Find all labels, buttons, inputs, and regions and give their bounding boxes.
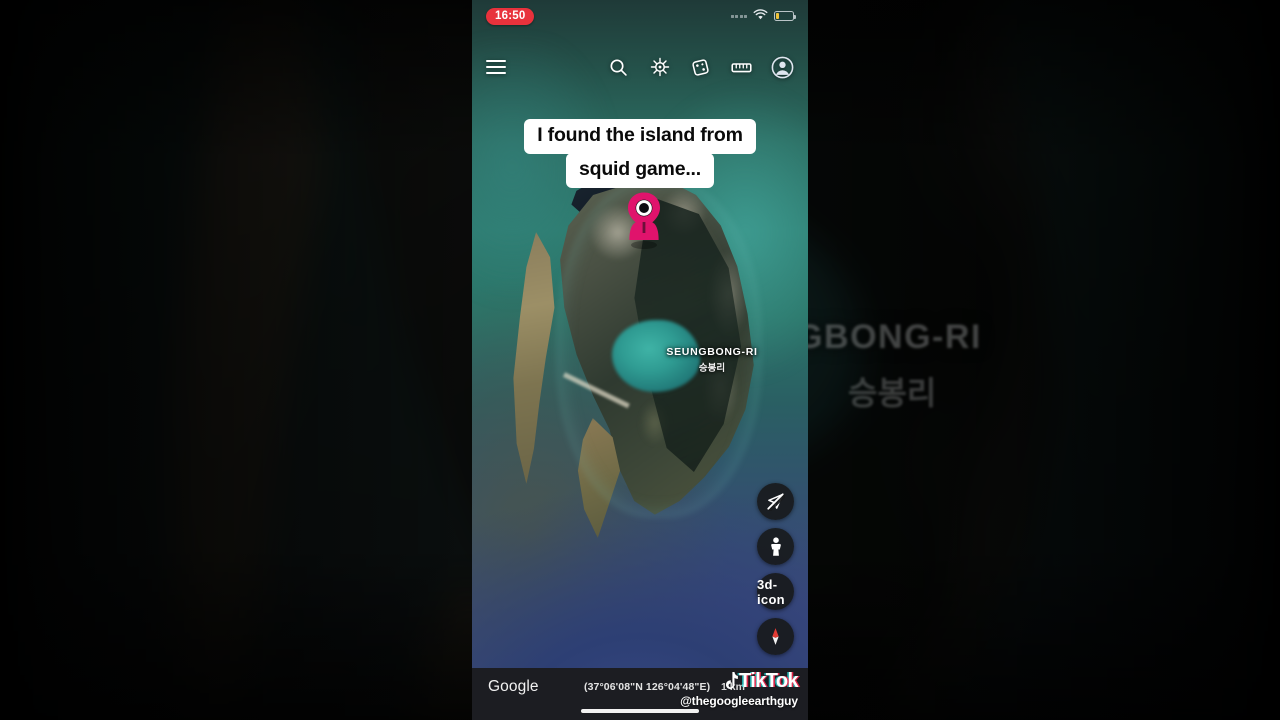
squid-game-guard-marker[interactable] [620, 188, 668, 250]
status-bar: 16:50 [472, 0, 808, 32]
caption-line-2: squid game... [565, 152, 714, 188]
3d-button[interactable]: 3d-icon [757, 573, 794, 610]
tiktok-wordmark: TikTok [738, 670, 799, 692]
map-controls: 3d-icon [757, 483, 794, 655]
3d-label: 3d-icon [757, 576, 785, 607]
google-logo: Google [488, 678, 539, 695]
app-toolbar [472, 48, 808, 86]
account-avatar-icon[interactable] [771, 56, 794, 79]
search-icon[interactable] [607, 56, 630, 79]
caption-overlay: I found the island from squid game... [472, 119, 808, 188]
dice-icon[interactable] [689, 56, 712, 79]
background-place-label-kr: 승봉리 [848, 375, 937, 411]
tiktok-note-icon [725, 671, 738, 689]
pegman-icon[interactable] [757, 528, 794, 565]
voyager-wheel-icon[interactable] [648, 56, 671, 79]
status-icons [730, 7, 797, 25]
wifi-icon [753, 7, 768, 25]
caption-line-1: I found the island from [524, 119, 756, 154]
ruler-icon[interactable] [730, 56, 753, 79]
video-frame: SEUNGBONG-RI 승봉리 16:50 I found the islan… [472, 0, 808, 720]
signal-dots-icon [730, 14, 747, 18]
tiktok-watermark: TikTok [719, 670, 799, 693]
recording-time-badge: 16:50 [486, 7, 535, 25]
location-off-icon[interactable] [757, 483, 794, 520]
coordinates-readout: (37°06'08"N 126°04'48"E) [584, 681, 711, 693]
home-indicator[interactable] [581, 708, 699, 713]
compass-icon[interactable] [757, 618, 794, 655]
battery-low-icon [774, 11, 797, 21]
tiktok-username: @thegoogleearthguy [680, 694, 798, 708]
hamburger-menu-icon[interactable] [486, 59, 506, 75]
